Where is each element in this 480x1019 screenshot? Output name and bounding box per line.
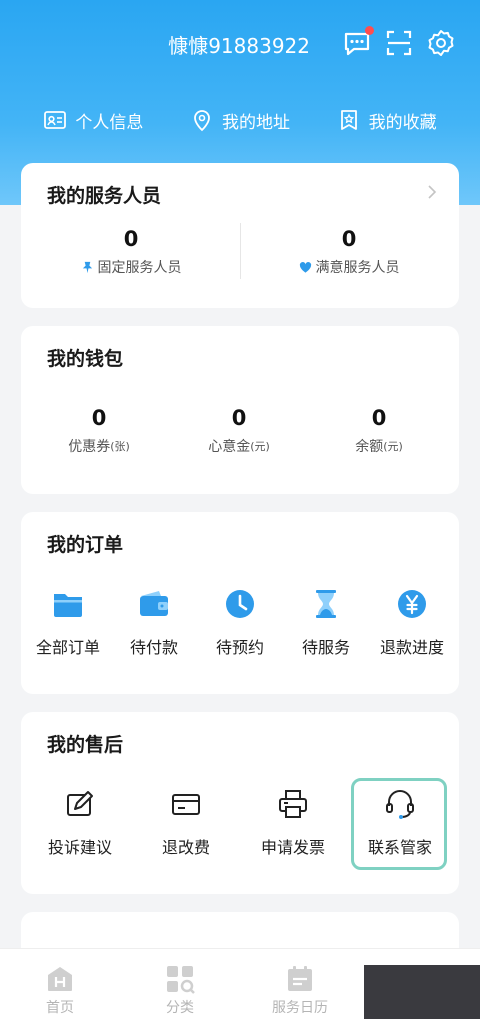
card-icon [172, 794, 200, 815]
location-icon [194, 110, 210, 132]
stat-value: 0 [91, 406, 107, 430]
stat-unit: (张) [110, 440, 130, 453]
stat-label-row: 满意服务人员 [269, 257, 429, 277]
clock-icon [226, 590, 254, 618]
top-bar: 慷慷91883922 [0, 26, 480, 62]
wallet-icon [140, 591, 168, 616]
aftersale-label: 退改费 [161, 838, 210, 857]
gear-icon [428, 30, 454, 56]
card-title: 我的服务人员 [47, 185, 162, 207]
quicklink-profile[interactable]: 个人信息 [43, 102, 143, 138]
id-card-icon [44, 111, 67, 129]
order-label: 全部订单 [35, 638, 100, 657]
quick-links: 个人信息 我的地址 我的收藏 [0, 102, 480, 138]
order-label: 待服务 [301, 638, 350, 657]
quicklink-address[interactable]: 我的地址 [190, 102, 290, 138]
card-title: 我的订单 [47, 534, 124, 556]
aftersale-label: 投诉建议 [47, 838, 112, 857]
stat-value: 0 [371, 406, 387, 430]
username: 慷慷91883922 [168, 34, 310, 58]
folder-icon [54, 594, 82, 617]
tab-label: 分类 [166, 1000, 194, 1016]
stat-label-row: 固定服务人员 [51, 257, 211, 277]
order-label: 退款进度 [379, 638, 444, 657]
quicklink-label: 我的地址 [221, 112, 290, 133]
card-title: 我的钱包 [47, 348, 124, 370]
stat-unit: (元) [250, 440, 270, 453]
orders-card: 我的订单 全部订单 待付款 待预约 待服务 退款进度 [21, 512, 459, 694]
focus-highlight [351, 778, 447, 870]
order-refund-progress[interactable]: 退款进度 [367, 586, 457, 658]
hourglass-icon [316, 590, 336, 618]
wallet-card: 我的钱包 0 优惠券 (张) 0 心意金 (元) 0 余额 (元) [21, 326, 459, 494]
fixed-staff-stat[interactable]: 0 固定服务人员 [51, 227, 211, 277]
category-icon [167, 966, 195, 994]
stat-value: 0 [341, 227, 357, 251]
stat-label-row: 余额 (元) [319, 436, 439, 456]
stat-label: 余额 [355, 439, 384, 455]
stat-label: 心意金 [208, 439, 251, 455]
aftersale-refund-fee[interactable]: 退改费 [141, 786, 231, 858]
stat-unit: (元) [383, 440, 403, 453]
card-title: 我的售后 [47, 734, 124, 756]
tab-home[interactable]: 首页 [20, 963, 100, 1017]
chevron-right-icon[interactable] [425, 185, 439, 199]
message-button[interactable] [342, 26, 374, 58]
settings-button[interactable] [426, 28, 456, 58]
coupon-stat[interactable]: 0 优惠券 (张) [39, 406, 159, 456]
yen-icon [398, 590, 426, 618]
scan-button[interactable] [384, 28, 414, 58]
printer-icon [279, 790, 307, 818]
stat-value: 0 [231, 406, 247, 430]
gift-money-stat[interactable]: 0 心意金 (元) [179, 406, 299, 456]
stat-label: 满意服务人员 [315, 260, 400, 276]
pin-icon [82, 261, 92, 273]
aftersale-invoice[interactable]: 申请发票 [248, 786, 338, 858]
order-label: 待付款 [129, 638, 178, 657]
tab-service-calendar[interactable]: 服务日历 [260, 963, 340, 1017]
unread-dot [365, 26, 374, 35]
order-pending-payment[interactable]: 待付款 [109, 586, 199, 658]
order-label: 待预约 [215, 638, 264, 657]
tab-label: 首页 [46, 1000, 74, 1016]
heart-icon [299, 261, 311, 273]
stat-label: 优惠券 [68, 439, 111, 455]
order-all[interactable]: 全部订单 [23, 586, 113, 658]
system-overlay [364, 965, 480, 1019]
balance-stat[interactable]: 0 余额 (元) [319, 406, 439, 456]
home-icon [48, 967, 72, 991]
order-pending-booking[interactable]: 待预约 [195, 586, 285, 658]
tab-label: 服务日历 [272, 1000, 328, 1016]
aftersale-label: 申请发票 [260, 838, 325, 857]
aftersale-complaint[interactable]: 投诉建议 [35, 786, 125, 858]
edit-icon [67, 791, 93, 816]
divider [240, 223, 241, 279]
quicklink-favorites[interactable]: 我的收藏 [337, 102, 437, 138]
calendar-icon [288, 966, 312, 991]
order-pending-service[interactable]: 待服务 [281, 586, 371, 658]
satisfied-staff-stat[interactable]: 0 满意服务人员 [269, 227, 429, 277]
quicklink-label: 个人信息 [75, 112, 144, 133]
quicklink-label: 我的收藏 [368, 112, 437, 133]
scan-icon [386, 30, 412, 56]
stat-value: 0 [123, 227, 139, 251]
service-staff-card[interactable]: 我的服务人员 0 固定服务人员 0 满意服务人员 [21, 163, 459, 308]
stat-label-row: 优惠券 (张) [39, 436, 159, 456]
stat-label-row: 心意金 (元) [179, 436, 299, 456]
bookmark-icon [340, 110, 357, 130]
tab-category[interactable]: 分类 [140, 963, 220, 1017]
stat-label: 固定服务人员 [97, 260, 182, 276]
